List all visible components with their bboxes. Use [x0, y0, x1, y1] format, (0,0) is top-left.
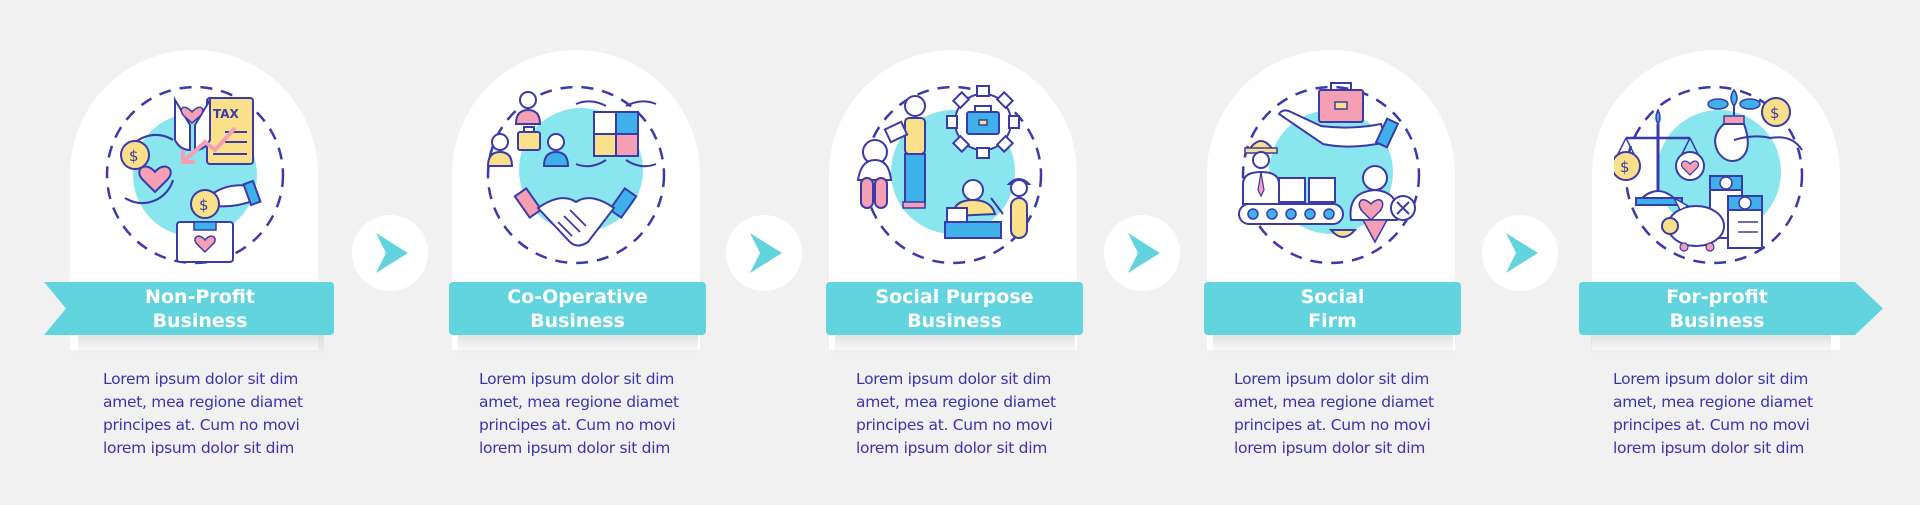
description-line: principes at. Cum no movi — [1234, 416, 1431, 434]
title-banner: Social Firm — [1204, 282, 1461, 335]
description-line: Lorem ipsum dolor sit dim — [1613, 370, 1809, 388]
description-line: amet, mea regione diamet — [1613, 393, 1813, 411]
description-line: lorem ipsum dolor sit dim — [1613, 439, 1804, 457]
step-title: For-profit Business — [1579, 282, 1855, 335]
step-for-profit: $ $ For-profit Business Lorem ipsum dolo… — [1509, 0, 1883, 505]
svg-text:$: $ — [1620, 158, 1630, 176]
description-line: Lorem ipsum dolor sit dim — [1234, 370, 1430, 388]
step-title-line1: Non-Profit — [145, 285, 255, 308]
description-line: Lorem ipsum dolor sit dim — [479, 370, 675, 388]
description-line: principes at. Cum no movi — [479, 416, 676, 434]
step-description: Lorem ipsum dolor sit dim amet, mea regi… — [856, 368, 1066, 460]
description-line: Lorem ipsum dolor sit dim — [103, 370, 299, 388]
description-line: lorem ipsum dolor sit dim — [479, 439, 670, 457]
teamwork-puzzle-handshake-icon — [486, 85, 666, 265]
svg-text:$: $ — [129, 147, 139, 165]
step-social-firm: Social Firm Lorem ipsum dolor sit dim am… — [1131, 0, 1461, 505]
step-title-line1: Social — [1300, 285, 1365, 308]
description-line: amet, mea regione diamet — [479, 393, 679, 411]
step-description: Lorem ipsum dolor sit dim amet, mea regi… — [103, 368, 313, 460]
description-line: amet, mea regione diamet — [856, 393, 1056, 411]
charity-donation-tax-icon: TAX $ $ — [105, 85, 285, 265]
description-line: Lorem ipsum dolor sit dim — [856, 370, 1052, 388]
description-line: lorem ipsum dolor sit dim — [856, 439, 1047, 457]
scales-piggybank-money-icon: $ $ — [1614, 85, 1804, 265]
step-non-profit: TAX $ $ Non-Profit Business Lorem ipsum — [0, 0, 334, 505]
description-line: principes at. Cum no movi — [103, 416, 300, 434]
svg-text:TAX: TAX — [213, 107, 240, 121]
description-line: principes at. Cum no movi — [1613, 416, 1810, 434]
step-title-line2: Business — [152, 309, 248, 332]
step-title-line2: Business — [530, 309, 625, 332]
social-workers-gear-icon — [856, 85, 1043, 265]
description-line: lorem ipsum dolor sit dim — [1234, 439, 1425, 457]
step-title-line2: Business — [1669, 309, 1765, 332]
step-title-line2: Business — [907, 309, 1002, 332]
svg-text:$: $ — [1770, 104, 1780, 122]
worker-conveyor-briefcase-icon — [1238, 82, 1421, 265]
description-line: principes at. Cum no movi — [856, 416, 1053, 434]
step-title-line1: Social Purpose — [875, 285, 1034, 308]
step-description: Lorem ipsum dolor sit dim amet, mea regi… — [1613, 368, 1823, 460]
description-line: amet, mea regione diamet — [103, 393, 303, 411]
step-description: Lorem ipsum dolor sit dim amet, mea regi… — [479, 368, 689, 460]
step-social-purpose: Social Purpose Business Lorem ipsum dolo… — [753, 0, 1083, 505]
description-line: amet, mea regione diamet — [1234, 393, 1434, 411]
step-title-line1: Co-Operative — [507, 285, 648, 308]
description-line: lorem ipsum dolor sit dim — [103, 439, 294, 457]
step-title: Non-Profit Business — [66, 282, 334, 335]
step-description: Lorem ipsum dolor sit dim amet, mea regi… — [1234, 368, 1444, 460]
title-banner: Co-Operative Business — [449, 282, 706, 335]
step-title-line1: For-profit — [1666, 285, 1768, 308]
step-title-line2: Firm — [1308, 309, 1357, 332]
svg-text:$: $ — [199, 196, 209, 214]
title-banner: Social Purpose Business — [826, 282, 1083, 335]
step-co-operative: Co-Operative Business Lorem ipsum dolor … — [376, 0, 706, 505]
